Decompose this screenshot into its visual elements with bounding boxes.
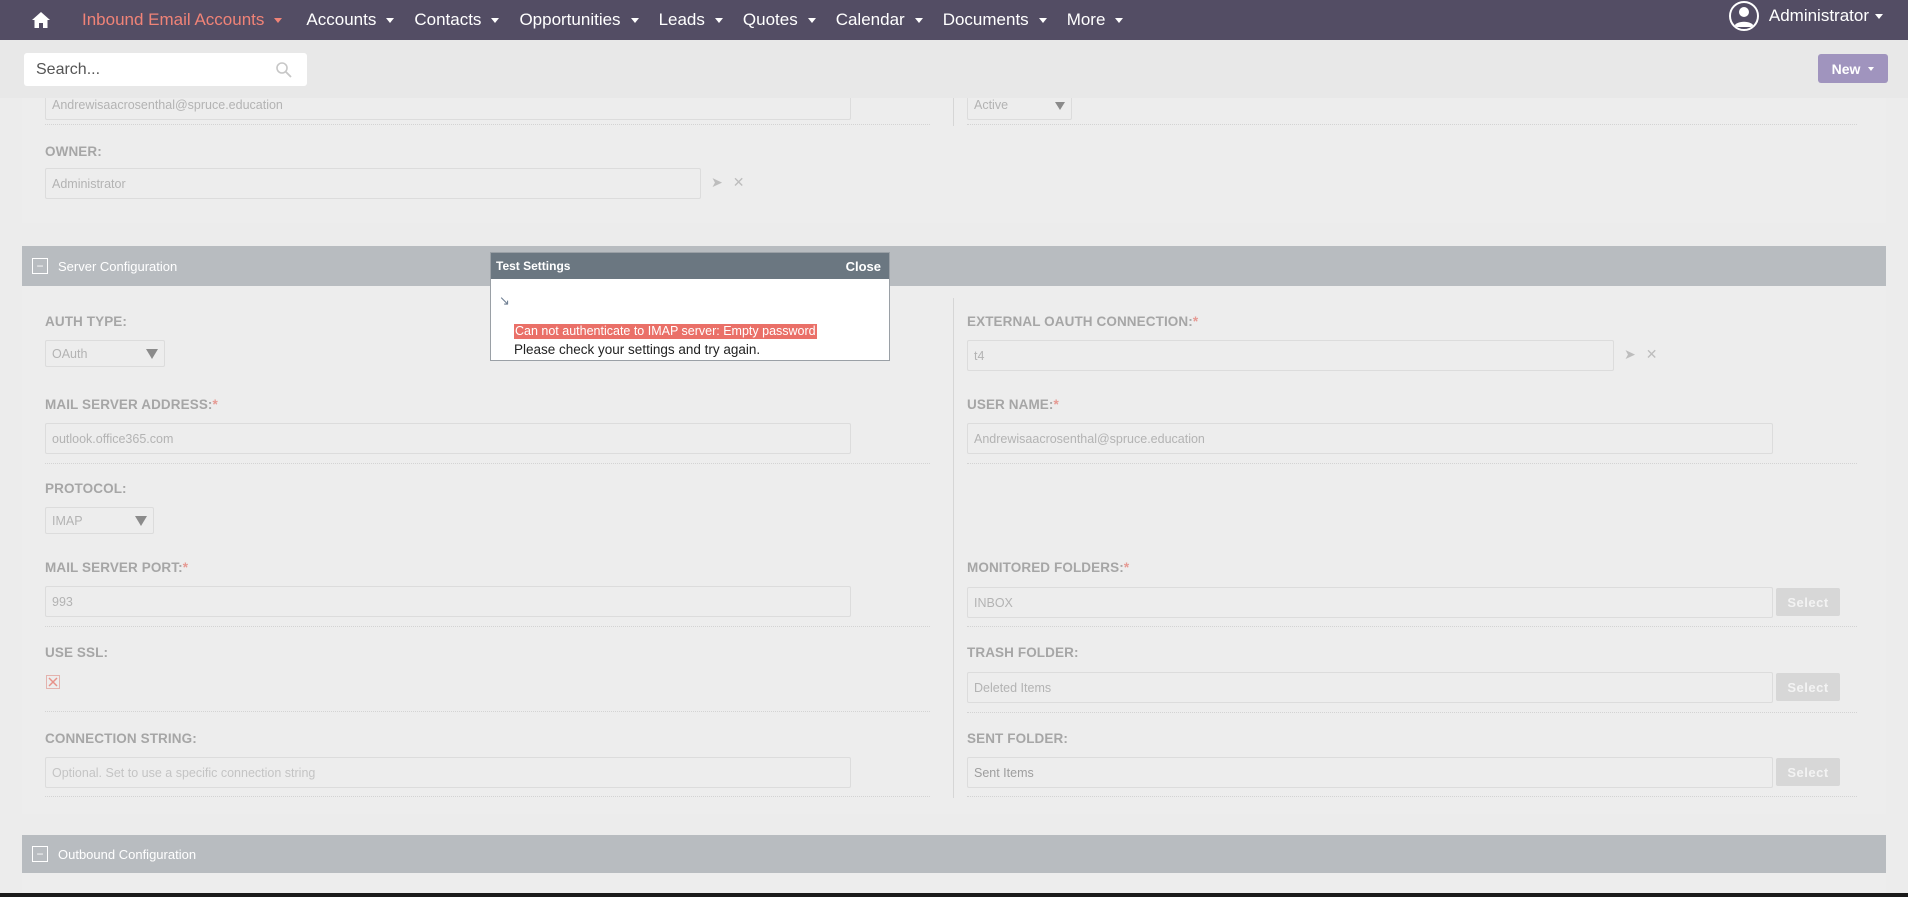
chevron-down-icon <box>1115 17 1124 23</box>
nav-more[interactable]: More <box>1067 10 1124 30</box>
select-cursor-icon[interactable]: ➤ <box>1624 346 1636 363</box>
nav-calendar[interactable]: Calendar <box>836 10 923 30</box>
dialog-close-button[interactable]: Close <box>846 259 881 274</box>
trash-folder-field[interactable]: Deleted Items <box>967 672 1773 703</box>
owner-label: OWNER: <box>45 144 102 159</box>
test-settings-dialog: Test Settings Close ↘ Can not authentica… <box>490 252 890 361</box>
auth-type-select[interactable]: OAuth <box>45 340 165 367</box>
nav-contacts[interactable]: Contacts <box>414 10 500 30</box>
collapse-icon[interactable]: − <box>32 258 48 274</box>
window-bottom-edge <box>0 893 1908 897</box>
x-mark-icon <box>48 677 58 687</box>
dialog-message: Please check your settings and try again… <box>514 342 761 357</box>
error-message: Can not authenticate to IMAP server: Emp… <box>514 324 817 339</box>
divider <box>45 711 930 712</box>
chevron-down-icon <box>914 17 923 23</box>
chevron-down-icon <box>714 17 723 23</box>
top-nav: Inbound Email Accounts Accounts Contacts… <box>0 0 1908 40</box>
email-address-field[interactable]: Andrewisaacrosenthal@spruce.education <box>45 98 851 120</box>
nav-opportunities[interactable]: Opportunities <box>519 10 639 30</box>
dialog-title: Test Settings <box>496 259 571 273</box>
chevron-down-icon <box>386 17 395 23</box>
edit-view: Andrewisaacrosenthal@spruce.education Ac… <box>0 98 1908 893</box>
select-cursor-icon[interactable]: ➤ <box>711 174 723 191</box>
chevron-down-icon <box>630 17 639 23</box>
monitored-folders-label: MONITORED FOLDERS:* <box>967 560 1130 575</box>
status-select[interactable]: Active <box>967 98 1072 120</box>
divider <box>967 712 1857 713</box>
nav-documents[interactable]: Documents <box>943 10 1047 30</box>
divider <box>45 124 930 125</box>
nav-accounts[interactable]: Accounts <box>306 10 395 30</box>
dialog-header: Test Settings Close <box>491 253 889 279</box>
home-button[interactable] <box>0 0 82 40</box>
nav-leads[interactable]: Leads <box>659 10 723 30</box>
divider <box>967 463 1857 464</box>
server-configuration-header[interactable]: − Server Configuration <box>22 246 1886 286</box>
connection-string-field[interactable]: Optional. Set to use a specific connecti… <box>45 757 851 788</box>
chevron-down-icon <box>274 17 283 23</box>
auth-type-label: AUTH TYPE: <box>45 314 127 329</box>
dropdown-arrow-icon <box>1055 102 1065 110</box>
divider <box>967 626 1857 627</box>
home-icon <box>32 12 50 28</box>
resize-arrow-icon[interactable]: ↘ <box>499 293 510 309</box>
trash-folder-select-button[interactable]: Select <box>1776 673 1840 701</box>
user-name-field[interactable]: Andrewisaacrosenthal@spruce.education <box>967 423 1773 454</box>
search-icon[interactable] <box>275 61 293 79</box>
oauth-actions: ➤ ✕ <box>1624 346 1657 363</box>
monitored-folders-select-button[interactable]: Select <box>1776 588 1840 616</box>
search-input[interactable]: Search... <box>24 53 307 86</box>
sent-folder-label: SENT FOLDER: <box>967 731 1068 746</box>
divider <box>967 796 1857 797</box>
clear-icon[interactable]: ✕ <box>1646 346 1658 363</box>
sent-folder-field[interactable]: Sent Items <box>967 757 1773 788</box>
user-name: Administrator <box>1768 6 1869 25</box>
connection-string-label: CONNECTION STRING: <box>45 731 197 746</box>
use-ssl-checkbox[interactable] <box>46 675 60 689</box>
owner-field[interactable]: Administrator <box>45 168 701 199</box>
mail-server-port-field[interactable]: 993 <box>45 586 851 617</box>
external-oauth-label: EXTERNAL OAUTH CONNECTION:* <box>967 314 1199 329</box>
mail-server-address-label: MAIL SERVER ADDRESS:* <box>45 397 218 412</box>
chevron-down-icon <box>1868 66 1875 71</box>
nav-inbound-email-accounts[interactable]: Inbound Email Accounts <box>82 10 283 30</box>
chevron-down-icon <box>807 17 816 23</box>
mail-server-port-label: MAIL SERVER PORT:* <box>45 560 189 575</box>
collapse-icon[interactable]: − <box>32 846 48 862</box>
user-name-label: USER NAME:* <box>967 397 1059 412</box>
avatar <box>1728 1 1759 31</box>
chevron-down-icon <box>1038 17 1047 23</box>
clear-icon[interactable]: ✕ <box>733 174 745 191</box>
owner-actions: ➤ ✕ <box>711 174 744 191</box>
external-oauth-field[interactable]: t4 <box>967 340 1614 371</box>
divider <box>967 124 1857 125</box>
user-icon <box>1733 7 1754 27</box>
divider <box>45 626 930 627</box>
search-placeholder: Search... <box>36 60 101 78</box>
column-divider <box>953 98 954 126</box>
sent-folder-select-button[interactable]: Select <box>1776 758 1840 786</box>
chevron-down-icon <box>1875 13 1883 19</box>
dropdown-arrow-icon <box>135 516 147 526</box>
column-divider <box>953 298 954 798</box>
mail-server-address-field[interactable]: outlook.office365.com <box>45 423 851 454</box>
outbound-configuration-header[interactable]: − Outbound Configuration <box>22 835 1886 873</box>
nav-quotes[interactable]: Quotes <box>743 10 816 30</box>
outbound-configuration-panel <box>22 873 1886 893</box>
action-bar: Search... New <box>0 40 1908 98</box>
use-ssl-label: USE SSL: <box>45 645 109 660</box>
monitored-folders-field[interactable]: INBOX <box>967 587 1773 618</box>
chevron-down-icon <box>491 17 500 23</box>
trash-folder-label: TRASH FOLDER: <box>967 645 1079 660</box>
divider <box>45 463 930 464</box>
section-title: Outbound Configuration <box>58 846 197 862</box>
divider <box>45 796 930 797</box>
user-menu[interactable]: Administrator <box>1728 0 1883 32</box>
new-button[interactable]: New <box>1818 54 1888 83</box>
protocol-label: PROTOCOL: <box>45 481 127 496</box>
dropdown-arrow-icon <box>146 349 158 359</box>
section-title: Server Configuration <box>58 258 178 274</box>
protocol-select[interactable]: IMAP <box>45 507 154 534</box>
